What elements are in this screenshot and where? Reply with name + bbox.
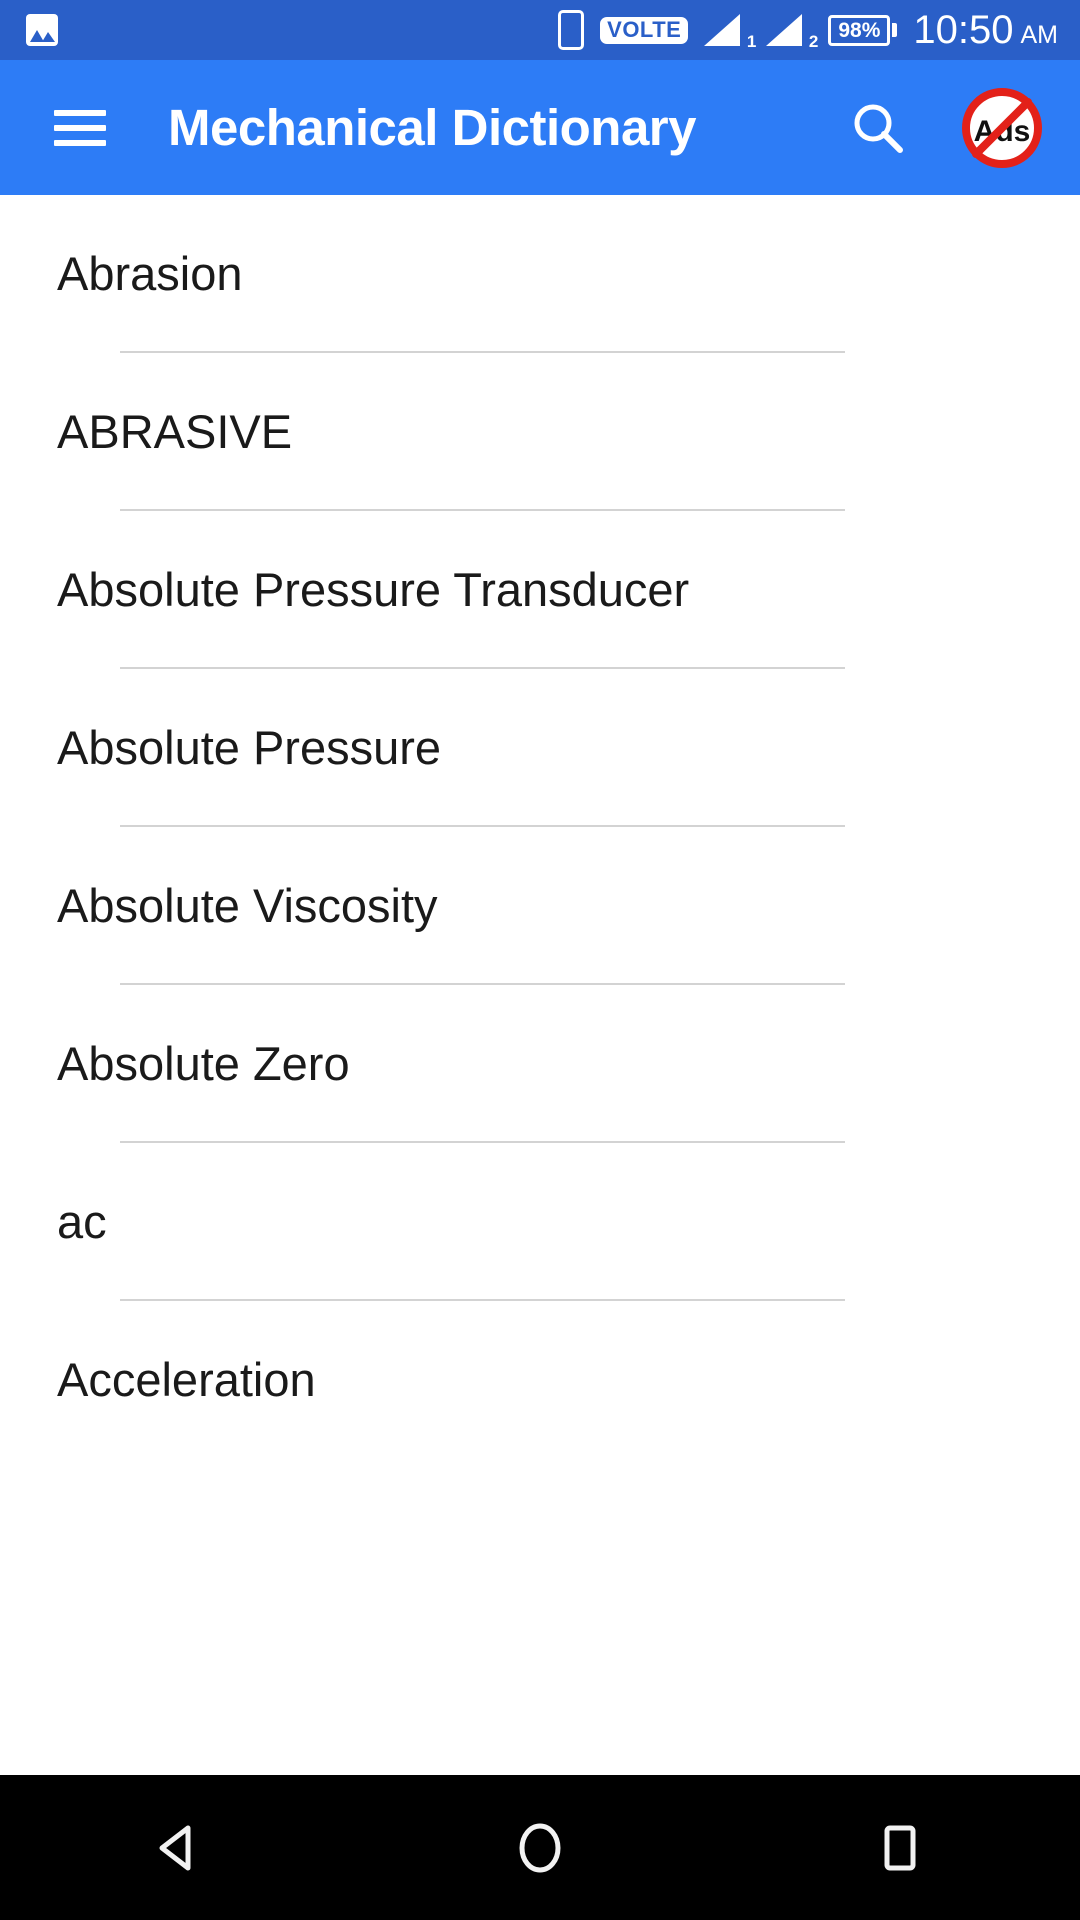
list-item[interactable]: Absolute Viscosity <box>0 827 1080 985</box>
clock-ampm: AM <box>1020 20 1059 49</box>
page-title: Mechanical Dictionary <box>168 99 697 156</box>
list-item[interactable]: Absolute Pressure <box>0 669 1080 827</box>
term-label: ac <box>57 1195 107 1249</box>
status-bar-notifications <box>0 14 58 46</box>
dictionary-term-list[interactable]: Abrasion ABRASIVE Absolute Pressure Tran… <box>0 195 1080 1775</box>
list-item[interactable]: Absolute Zero <box>0 985 1080 1143</box>
battery-percent-label: 98% <box>838 18 881 42</box>
list-item[interactable]: ac <box>0 1143 1080 1301</box>
term-label: Absolute Pressure <box>57 721 442 775</box>
list-item[interactable]: ABRASIVE <box>0 353 1080 511</box>
no-ads-icon[interactable]: Ads <box>960 86 1044 170</box>
system-navigation-bar <box>0 1775 1080 1920</box>
term-label: Absolute Viscosity <box>57 879 438 933</box>
clock-time: 10:50 <box>913 7 1014 52</box>
status-bar-indicators: VOLTE 1 2 98% 10:50 AM <box>558 8 1080 53</box>
volte-badge: VOLTE <box>600 16 689 44</box>
battery-icon: 98% <box>828 14 898 46</box>
hamburger-menu-icon[interactable] <box>54 109 106 146</box>
search-icon[interactable] <box>850 100 906 156</box>
list-item[interactable]: Absolute Pressure Transducer <box>0 511 1080 669</box>
term-label: Abrasion <box>57 247 243 301</box>
photo-icon <box>26 14 58 46</box>
status-bar-clock: 10:50 AM <box>913 8 1058 53</box>
term-label: Acceleration <box>57 1353 316 1407</box>
app-bar: Mechanical Dictionary Ads <box>0 60 1080 195</box>
signal-sim2-label: 2 <box>808 32 819 51</box>
home-circle-icon[interactable] <box>465 1775 615 1920</box>
term-label: ABRASIVE <box>57 405 293 459</box>
sim-card-icon <box>558 10 585 50</box>
signal-strength-icon-sim1: 1 <box>704 10 756 50</box>
app-bar-actions: Ads <box>850 86 1080 170</box>
app-screen: VOLTE 1 2 98% 10:50 AM Mechanical Dictio… <box>0 0 1080 1920</box>
list-item[interactable]: Abrasion <box>0 195 1080 353</box>
list-item[interactable]: Acceleration <box>0 1301 1080 1459</box>
back-triangle-icon[interactable] <box>105 1775 255 1920</box>
signal-sim1-label: 1 <box>746 32 757 51</box>
signal-strength-icon-sim2: 2 <box>766 10 818 50</box>
term-label: Absolute Zero <box>57 1037 350 1091</box>
term-label: Absolute Pressure Transducer <box>57 563 690 617</box>
recents-square-icon[interactable] <box>825 1775 975 1920</box>
status-bar: VOLTE 1 2 98% 10:50 AM <box>0 0 1080 60</box>
